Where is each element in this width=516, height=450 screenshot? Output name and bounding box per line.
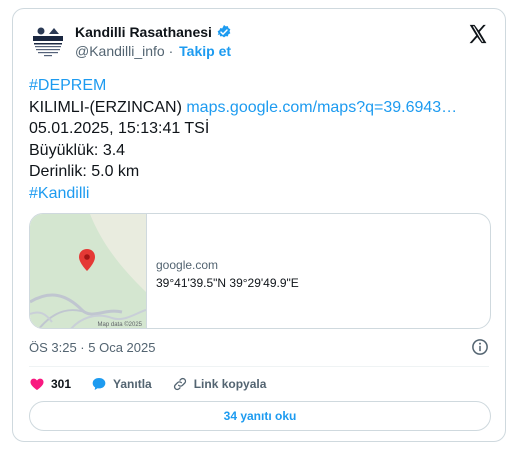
magnitude-text: Büyüklük: 3.4 bbox=[29, 141, 126, 159]
copy-link-label: Link kopyala bbox=[193, 377, 267, 391]
read-replies-button[interactable]: 34 yanıtı oku bbox=[29, 401, 491, 431]
map-thumbnail: Map data ©2025 bbox=[30, 214, 147, 328]
map-coordinates: 39°41'39.5"N 39°29'49.9"E bbox=[156, 276, 299, 290]
tweet-card: Kandilli Rasathanesi @Kandilli_info · Ta… bbox=[12, 8, 506, 442]
reply-bubble-icon bbox=[92, 378, 106, 390]
display-name[interactable]: Kandilli Rasathanesi bbox=[75, 24, 212, 40]
follow-button[interactable]: Takip et bbox=[179, 43, 231, 59]
account-names: Kandilli Rasathanesi @Kandilli_info · Ta… bbox=[75, 23, 232, 59]
datetime-text: 05.01.2025, 15:13:41 TSİ bbox=[29, 120, 210, 137]
hashtag-kandilli[interactable]: #Kandilli bbox=[29, 185, 89, 202]
location-text: KILIMLI-(ERZINCAN) bbox=[29, 98, 187, 116]
divider bbox=[29, 366, 489, 367]
tweet-header: Kandilli Rasathanesi @Kandilli_info · Ta… bbox=[29, 21, 489, 61]
account-handle[interactable]: @Kandilli_info bbox=[75, 43, 165, 59]
tweet-timestamp[interactable]: ÖS 3:25 · 5 Oca 2025 bbox=[29, 340, 155, 355]
verified-badge-icon bbox=[216, 24, 232, 40]
map-attribution: Map data ©2025 bbox=[98, 321, 143, 328]
info-icon[interactable] bbox=[471, 338, 489, 356]
reply-label: Yanıtla bbox=[113, 377, 152, 391]
x-logo-icon[interactable] bbox=[467, 23, 489, 45]
tweet-actions: 301 Yanıtla Link kopyala bbox=[29, 373, 286, 395]
map-link-card[interactable]: Map data ©2025 google.com 39°41'39.5"N 3… bbox=[29, 213, 491, 329]
tweet-text: #DEPREM KILIMLI-(ERZINCAN) maps.google.c… bbox=[29, 75, 499, 204]
like-button[interactable]: 301 bbox=[29, 376, 71, 392]
map-domain: google.com bbox=[156, 258, 219, 272]
map-card-text: google.com 39°41'39.5"N 39°29'49.9"E bbox=[156, 256, 299, 292]
kandilli-logo-icon[interactable] bbox=[29, 23, 67, 61]
like-count: 301 bbox=[51, 377, 72, 391]
copy-link-button[interactable]: Link kopyala bbox=[172, 376, 267, 392]
heart-icon bbox=[30, 378, 44, 390]
handle-separator: · bbox=[168, 43, 174, 59]
map-link[interactable]: maps.google.com/maps?q=39.6943… bbox=[186, 99, 457, 116]
hashtag-deprem[interactable]: #DEPREM bbox=[29, 77, 106, 94]
link-icon bbox=[173, 377, 186, 391]
depth-text: Derinlik: 5.0 km bbox=[29, 163, 140, 180]
reply-button[interactable]: Yanıtla bbox=[91, 376, 152, 392]
